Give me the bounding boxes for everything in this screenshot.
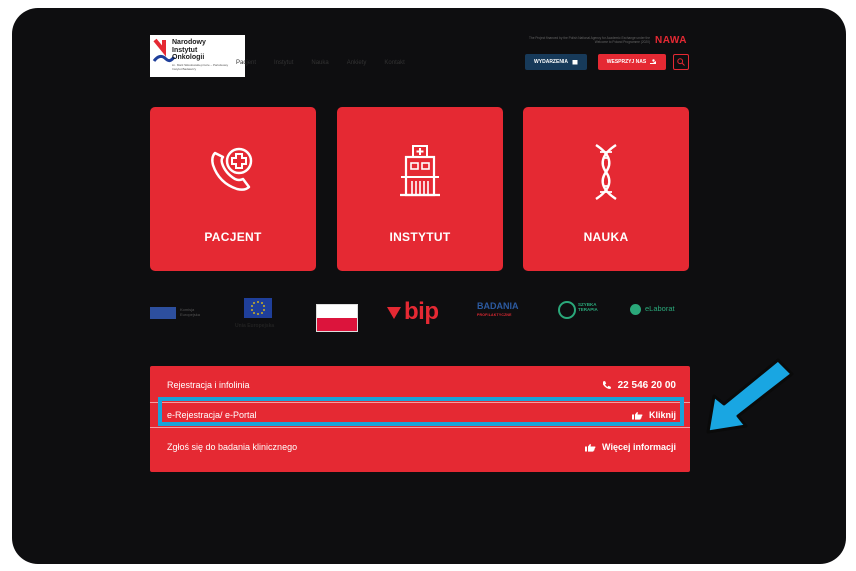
elaborat-text[interactable]: eLaborat	[645, 304, 675, 313]
annotation-arrow-icon	[706, 358, 794, 434]
institute-logo[interactable]: Narodowy Instytut Onkologii im. Marii Sk…	[150, 35, 245, 77]
events-button-label: WYDARZENIA	[534, 59, 568, 65]
tile-pacjent[interactable]: PACJENT	[150, 107, 316, 271]
szybka-terapia-icon[interactable]	[558, 301, 576, 319]
logo-line-2: Instytut	[172, 46, 198, 54]
pointing-hand-icon	[585, 443, 596, 452]
eu-stars-icon	[251, 301, 265, 315]
search-icon	[677, 58, 685, 66]
browser-viewport: Narodowy Instytut Onkologii im. Marii Sk…	[0, 0, 856, 571]
badania-logo[interactable]: BADANIA PROFILAKTYCZNE	[477, 302, 519, 320]
bip-text: bip	[404, 298, 439, 325]
panel-row-clinical-trial[interactable]: Zgłoś się do badania klinicznego Więcej …	[150, 434, 690, 460]
support-button[interactable]: WESPRZYJ NAS	[598, 54, 666, 70]
european-commission-text: Komisja Europejska	[180, 307, 201, 317]
eu-flag-logo[interactable]	[244, 298, 272, 318]
phone-number: 22 546 20 00	[617, 379, 676, 391]
flag-red-band	[317, 318, 357, 331]
main-nav: Pacjent Instytut Nauka Ankiety Kontakt	[236, 60, 405, 66]
elaborat-icon[interactable]	[630, 304, 641, 315]
nav-kontakt[interactable]: Kontakt	[384, 60, 404, 66]
eportal-highlight-box	[158, 397, 684, 426]
phone-icon	[602, 381, 611, 389]
nawa-funding-note: The Project financed by the Polish Natio…	[528, 36, 650, 44]
events-button[interactable]: WYDARZENIA	[525, 54, 587, 70]
badania-text: BADANIA	[477, 301, 519, 311]
logo-line-1: Narodowy	[172, 39, 206, 46]
support-button-label: WESPRZYJ NAS	[606, 59, 647, 65]
polish-flag-logo[interactable]	[316, 304, 358, 332]
hospital-icon	[400, 145, 440, 197]
phone-medical-icon	[211, 147, 253, 191]
tile-pacjent-label: PACJENT	[204, 230, 262, 244]
registration-label: Rejestracja i infolinia	[167, 380, 250, 390]
more-info-link[interactable]: Więcej informacji	[585, 442, 676, 452]
tile-instytut-label: INSTYTUT	[389, 230, 451, 244]
nawa-logo[interactable]: NAWA	[655, 35, 687, 46]
eu-text: Unia Europejska	[235, 323, 275, 329]
logo-line-3: Onkologii	[172, 54, 205, 61]
partner-logos: Komisja Europejska Unia Europejska bip B…	[150, 290, 695, 340]
bip-triangle-icon	[387, 306, 401, 319]
registration-phone[interactable]: 22 546 20 00	[602, 380, 676, 391]
nav-instytut[interactable]: Instytut	[274, 60, 293, 66]
nav-ankiety[interactable]: Ankiety	[347, 60, 367, 66]
nav-pacjent[interactable]: Pacjent	[236, 60, 256, 66]
flag-white-band	[317, 305, 357, 318]
logo-name: Narodowy Instytut Onkologii	[172, 39, 206, 62]
calendar-icon	[572, 60, 578, 65]
bip-logo[interactable]: bip	[387, 298, 439, 326]
clinical-trial-label: Zgłoś się do badania klinicznego	[167, 442, 298, 452]
badania-subtext: PROFILAKTYCZNE	[477, 313, 512, 317]
european-commission-logo[interactable]	[150, 307, 176, 319]
tile-nauka[interactable]: NAUKA	[523, 107, 689, 271]
donate-hand-icon	[650, 59, 657, 64]
nav-nauka[interactable]: Nauka	[311, 60, 328, 66]
more-info-label: Więcej informacji	[602, 442, 676, 452]
tile-instytut[interactable]: INSTYTUT	[337, 107, 503, 271]
szybka-terapia-text[interactable]: SZYBKA TERAPIA	[578, 302, 604, 312]
dna-icon	[595, 143, 617, 201]
panel-row-registration[interactable]: Rejestracja i infolinia 22 546 20 00	[150, 372, 690, 398]
logo-subtitle: im. Marii Skłodowskiej-Curie – Państwowy…	[172, 63, 229, 71]
search-button[interactable]	[673, 54, 689, 70]
tile-nauka-label: NAUKA	[583, 230, 629, 244]
